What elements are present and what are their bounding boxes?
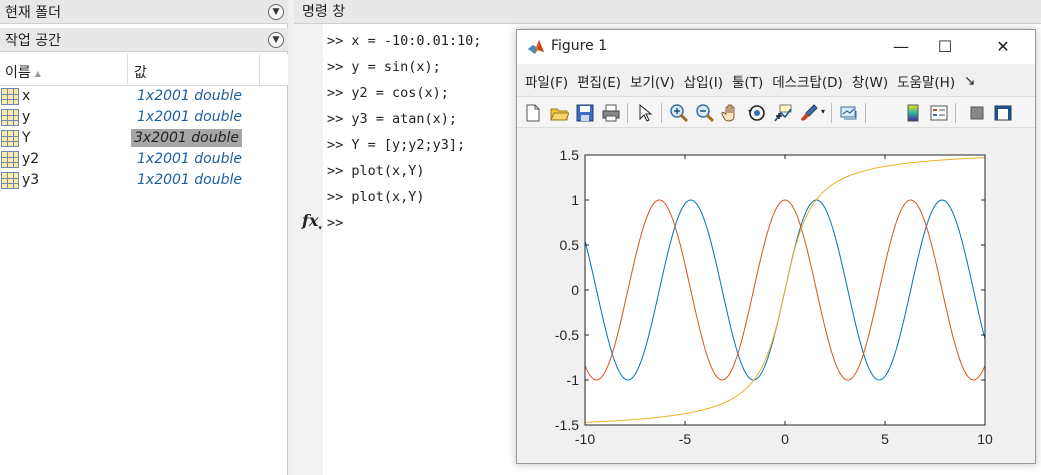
menu-item[interactable]: 파일(F) bbox=[525, 71, 568, 91]
command-line: >> plot(x,Y) bbox=[327, 189, 425, 205]
variable-name: Y bbox=[22, 130, 31, 146]
y-tick-label: -1 bbox=[567, 372, 580, 388]
print-icon[interactable] bbox=[601, 103, 621, 123]
show-plot-tools-icon[interactable] bbox=[993, 103, 1013, 123]
x-tick-label: -5 bbox=[679, 431, 692, 447]
menu-item[interactable]: 삽입(I) bbox=[684, 71, 723, 91]
command-line: >> x = -10:0.01:10; bbox=[327, 33, 482, 49]
variable-name: y bbox=[22, 109, 31, 125]
y-tick-label: 1.5 bbox=[560, 147, 580, 163]
zoom-out-icon[interactable] bbox=[695, 103, 715, 123]
x-tick-label: 5 bbox=[881, 431, 889, 447]
y-tick-label: 0 bbox=[571, 282, 579, 298]
variable-name: y3 bbox=[22, 172, 40, 188]
column-divider[interactable] bbox=[259, 54, 260, 86]
table-row[interactable]: y 1x2001 double bbox=[0, 107, 288, 128]
column-value[interactable]: 값 bbox=[134, 62, 147, 82]
command-gutter bbox=[294, 24, 323, 475]
menu-item[interactable]: 창(W) bbox=[852, 71, 888, 91]
matlab-logo-icon bbox=[528, 40, 544, 54]
table-row[interactable]: x 1x2001 double bbox=[0, 86, 288, 107]
menu-item[interactable]: 데스크탑(D) bbox=[772, 71, 843, 91]
hide-plot-tools-icon[interactable] bbox=[967, 103, 987, 123]
brush-icon[interactable] bbox=[799, 103, 819, 123]
y-tick-label: 0.5 bbox=[560, 237, 580, 253]
variable-name: y2 bbox=[22, 151, 40, 167]
toolbar-separator bbox=[661, 103, 662, 123]
new-figure-icon[interactable] bbox=[523, 103, 543, 123]
variable-value: 1x2001 double bbox=[137, 172, 242, 188]
y-tick-label: 1 bbox=[571, 192, 579, 208]
y-tick-label: -0.5 bbox=[555, 327, 579, 343]
current-folder-header[interactable]: 현재 폴더 ▼ bbox=[0, 0, 288, 24]
command-window-title: 명령 창 bbox=[294, 0, 1041, 24]
y-tick-label: -1.5 bbox=[555, 417, 579, 433]
chevron-down-icon[interactable]: ▼ bbox=[268, 4, 284, 20]
table-row[interactable]: y2 1x2001 double bbox=[0, 149, 288, 170]
variable-value: 1x2001 double bbox=[137, 151, 242, 167]
maximize-button[interactable]: ☐ bbox=[923, 34, 967, 60]
minimize-button[interactable]: — bbox=[879, 34, 923, 60]
variable-grid-icon bbox=[1, 172, 19, 189]
figure-toolbar: ▾ bbox=[517, 96, 1035, 128]
left-pane: 현재 폴더 ▼ 작업 공간 ▼ 이름 ▲ 값 x 1x2001 double y 1x2… bbox=[0, 0, 288, 475]
x-tick-label: -10 bbox=[575, 431, 595, 447]
variable-value: 1x2001 double bbox=[137, 109, 242, 125]
variable-value: 3x2001 double bbox=[131, 129, 242, 147]
menu-item[interactable]: 편집(E) bbox=[577, 71, 621, 91]
figure-window[interactable]: Figure 1 — ☐ ✕ 파일(F) 편집(E) 보기(V) 삽입(I) 툴(T) 데… bbox=[516, 29, 1036, 464]
workspace-title: 작업 공간 bbox=[5, 32, 61, 49]
workspace-column-header: 이름 ▲ 값 bbox=[0, 54, 288, 86]
colorbar-icon[interactable] bbox=[903, 103, 923, 123]
command-line: >> bbox=[327, 215, 344, 231]
table-row[interactable]: y3 1x2001 double bbox=[0, 170, 288, 191]
brush-dropdown-icon[interactable]: ▾ bbox=[821, 107, 825, 116]
menu-item[interactable]: ↘ bbox=[964, 73, 975, 89]
command-line: >> y2 = cos(x); bbox=[327, 85, 449, 101]
menu-item[interactable]: 툴(T) bbox=[732, 71, 763, 91]
menu-item[interactable]: 보기(V) bbox=[630, 71, 675, 91]
command-line: >> y3 = atan(x); bbox=[327, 111, 458, 127]
command-line: >> y = sin(x); bbox=[327, 59, 441, 75]
toolbar-separator bbox=[955, 103, 956, 123]
open-icon[interactable] bbox=[549, 103, 569, 123]
link-icon[interactable] bbox=[839, 103, 859, 123]
variable-grid-icon bbox=[1, 130, 19, 147]
pan-icon[interactable] bbox=[721, 103, 741, 123]
x-tick-label: 0 bbox=[781, 431, 789, 447]
toolbar-separator bbox=[831, 103, 832, 123]
command-line: >> plot(x,Y) bbox=[327, 163, 425, 179]
close-button[interactable]: ✕ bbox=[981, 34, 1025, 60]
variable-grid-icon bbox=[1, 109, 19, 126]
menu-item[interactable]: 도움말(H) bbox=[897, 71, 955, 91]
column-name[interactable]: 이름 ▲ bbox=[5, 62, 41, 82]
chevron-down-icon[interactable]: ▼ bbox=[268, 32, 284, 48]
current-folder-title: 현재 폴더 bbox=[5, 4, 61, 21]
pointer-icon[interactable] bbox=[635, 103, 655, 123]
workspace-variable-list: x 1x2001 double y 1x2001 double Y 3x2001 doub… bbox=[0, 86, 288, 191]
figure-title: Figure 1 bbox=[551, 38, 608, 54]
toolbar-separator bbox=[627, 103, 628, 123]
variable-name: x bbox=[22, 88, 31, 104]
rotate-icon[interactable] bbox=[747, 103, 767, 123]
x-tick-label: 10 bbox=[977, 431, 993, 447]
sort-ascending-icon: ▲ bbox=[34, 68, 41, 78]
variable-grid-icon bbox=[1, 151, 19, 168]
save-icon[interactable] bbox=[575, 103, 595, 123]
command-line: >> Y = [y;y2;y3]; bbox=[327, 137, 466, 153]
command-history: >> x = -10:0.01:10; >> y = sin(x); >> y2 =… bbox=[327, 30, 481, 238]
function-browser-icon[interactable]: fx▾ bbox=[302, 211, 322, 232]
column-divider[interactable] bbox=[127, 54, 128, 86]
data-cursor-icon[interactable] bbox=[773, 103, 793, 123]
workspace-header[interactable]: 작업 공간 ▼ bbox=[0, 28, 288, 52]
variable-value: 1x2001 double bbox=[137, 88, 242, 104]
table-row[interactable]: Y 3x2001 double bbox=[0, 128, 288, 149]
variable-grid-icon bbox=[1, 88, 19, 105]
zoom-in-icon[interactable] bbox=[669, 103, 689, 123]
figure-menubar: 파일(F) 편집(E) 보기(V) 삽입(I) 툴(T) 데스크탑(D) 창(W) 도움말(H… bbox=[517, 68, 1035, 94]
legend-icon[interactable] bbox=[929, 103, 949, 123]
toolbar-separator bbox=[865, 103, 866, 123]
plot-area[interactable]: -10 -5 0 5 10 -1.5 -1 -0.5 0 0.5 1 1.5 bbox=[517, 129, 1035, 463]
figure-titlebar[interactable]: Figure 1 — ☐ ✕ bbox=[517, 30, 1035, 64]
